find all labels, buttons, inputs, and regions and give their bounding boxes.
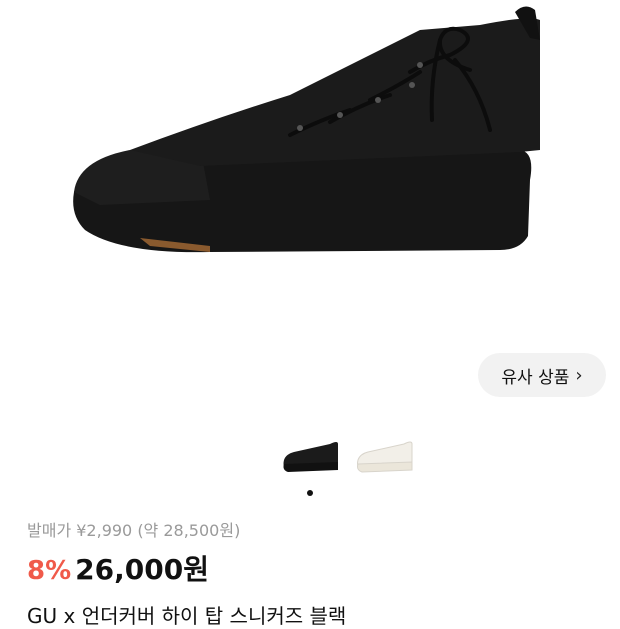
similar-products-label: 유사 상품: [501, 367, 570, 388]
thumbnail-white[interactable]: [354, 430, 416, 474]
sale-price: 26,000원: [75, 553, 209, 586]
product-title: GU x 언더커버 하이 탑 스니커즈 블랙: [27, 604, 347, 628]
carousel-indicator: [0, 490, 620, 500]
price-info: 발매가 ¥2,990 (약 28,500원) 8% 26,000원: [27, 520, 607, 588]
carousel-dot-active: [307, 490, 313, 496]
sneaker-image: [73, 6, 540, 253]
price-row: 8% 26,000원: [27, 548, 607, 588]
similar-products-button[interactable]: 유사 상품 ›: [478, 353, 606, 397]
original-price: 발매가 ¥2,990 (약 28,500원): [27, 521, 241, 540]
thumbnail-black[interactable]: [280, 430, 342, 474]
chevron-right-icon: ›: [575, 364, 583, 386]
discount-rate: 8%: [27, 556, 72, 586]
thumbnail-strip: [0, 430, 620, 480]
product-hero-image[interactable]: [0, 0, 620, 410]
